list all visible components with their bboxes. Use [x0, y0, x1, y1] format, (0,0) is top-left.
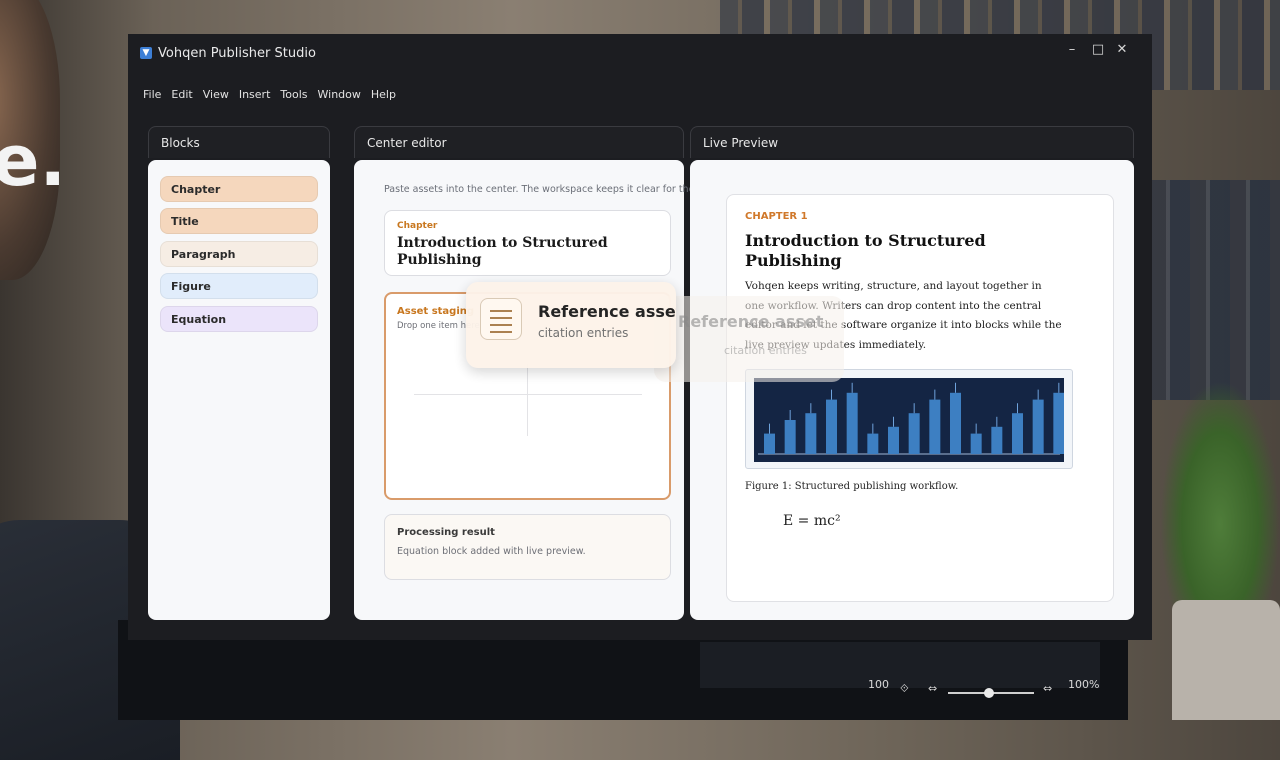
preview-page: CHAPTER 1 Introduction to Structured Pub…	[726, 194, 1114, 602]
chapter-card-title: Introduction to Structured Publishing	[397, 235, 608, 268]
zoom-in-icon[interactable]: ⇔	[1043, 682, 1052, 695]
figure-chart	[754, 378, 1065, 462]
chart-bar	[929, 399, 941, 454]
chart-bar	[784, 420, 796, 454]
processing-result-card: Processing result Equation block added w…	[384, 514, 671, 580]
document-icon	[480, 298, 522, 340]
block-figure[interactable]: Figure	[160, 273, 318, 299]
drag-ghost-trail: Reference asset citation entries	[654, 296, 844, 382]
chart-bar	[1032, 399, 1044, 454]
title-bar: ▼ Vohqen Publisher Studio – □ ✕	[128, 34, 1152, 74]
chart-bar	[970, 433, 982, 454]
background-bookshelf-right	[1150, 180, 1280, 400]
chart-bar	[846, 392, 858, 454]
chart-bar	[888, 426, 899, 454]
result-title: Processing result	[397, 527, 495, 538]
background-sign-text: e.	[0, 120, 67, 202]
chart-bar	[991, 426, 1003, 454]
block-chapter[interactable]: Chapter	[160, 176, 318, 202]
menu-insert[interactable]: Insert	[234, 86, 276, 103]
block-paragraph[interactable]: Paragraph	[160, 241, 318, 267]
drag-ghost-subtitle: citation entries	[724, 344, 807, 357]
drag-ghost-title: Reference asset	[678, 312, 824, 331]
menu-tools[interactable]: Tools	[275, 86, 312, 103]
chart-bar	[867, 433, 879, 454]
menu-bar: File Edit View Insert Tools Window Help	[138, 86, 401, 103]
menu-view[interactable]: View	[198, 86, 234, 103]
fit-icon[interactable]: ⟐	[900, 682, 909, 696]
background-plant	[1160, 380, 1280, 620]
dragged-asset-title: Reference asset	[538, 302, 676, 321]
status-zoom-left: 100	[868, 678, 889, 691]
bar-chart	[758, 382, 1065, 455]
background-pot	[1172, 600, 1280, 720]
menu-file[interactable]: File	[138, 86, 166, 103]
center-editor-panel: Paste assets into the center. The worksp…	[354, 160, 746, 620]
chapter-card-label: Chapter	[397, 221, 438, 231]
chart-bar	[908, 413, 920, 454]
menu-window[interactable]: Window	[313, 86, 366, 103]
crosshair-vertical	[527, 364, 528, 436]
status-zoom-right: 100%	[1068, 678, 1100, 691]
preview-figure	[745, 369, 1073, 469]
chart-bar	[826, 399, 837, 454]
preview-chapter-label: CHAPTER 1	[745, 211, 808, 222]
block-title[interactable]: Title	[160, 208, 318, 234]
zoom-out-icon[interactable]: ⇔	[928, 682, 937, 695]
preview-panel: CHAPTER 1 Introduction to Structured Pub…	[690, 160, 1134, 620]
block-equation[interactable]: Equation	[160, 306, 318, 332]
chart-bar	[1053, 392, 1065, 454]
dragged-asset-card[interactable]: Reference asset citation entries	[466, 282, 676, 368]
dragged-asset-subtitle: citation entries	[538, 326, 629, 340]
preview-equation: E = mc²	[783, 513, 841, 529]
close-button[interactable]: ✕	[1110, 42, 1134, 57]
chart-bar	[764, 433, 775, 454]
app-logo-icon: ▼	[140, 47, 152, 59]
chapter-card[interactable]: Chapter Introduction to Structured Publi…	[384, 210, 671, 276]
minimize-button[interactable]: –	[1060, 42, 1084, 57]
window-title: Vohqen Publisher Studio	[158, 46, 316, 61]
preview-panel-header: Live Preview	[690, 126, 1134, 158]
center-editor-header: Center editor	[354, 126, 684, 158]
chart-bar	[805, 413, 817, 454]
blocks-panel: Chapter Title Paragraph Figure Equation	[148, 160, 330, 620]
menu-edit[interactable]: Edit	[166, 86, 197, 103]
crosshair-horizontal	[414, 394, 642, 395]
zoom-slider-knob[interactable]	[984, 688, 994, 698]
preview-title: Introduction to Structured Publishing	[745, 231, 986, 270]
blocks-panel-header: Blocks	[148, 126, 330, 158]
menu-help[interactable]: Help	[366, 86, 401, 103]
chart-bar	[1012, 413, 1023, 454]
result-text: Equation block added with live preview.	[397, 546, 586, 557]
figure-caption: Figure 1: Structured publishing workflow…	[745, 481, 959, 492]
chart-bar	[950, 392, 961, 454]
maximize-button[interactable]: □	[1086, 42, 1110, 57]
